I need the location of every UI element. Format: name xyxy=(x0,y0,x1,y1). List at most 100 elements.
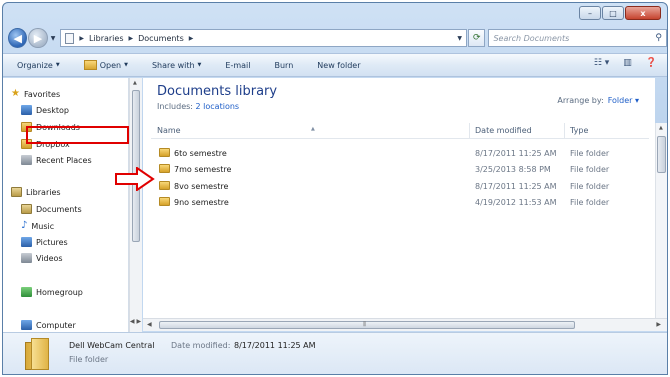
address-dropdown-icon[interactable]: ▼ xyxy=(457,35,466,42)
search-placeholder: Search Documents xyxy=(493,33,570,43)
window-controls: – □ x xyxy=(579,6,661,20)
back-button[interactable]: ◀ xyxy=(8,28,28,48)
documents-icon xyxy=(21,204,32,214)
recent-pages-dropdown-icon[interactable]: ▼ xyxy=(51,35,56,42)
nav-label: Homegroup xyxy=(36,287,83,297)
includes-label: Includes: xyxy=(157,102,193,111)
forward-button[interactable]: ▶ xyxy=(28,28,48,48)
scroll-thumb[interactable] xyxy=(159,321,575,329)
burn-button[interactable]: Burn xyxy=(275,61,294,70)
nav-libraries[interactable]: Libraries xyxy=(11,186,61,198)
explorer-window: – □ x ◀ ▶ ▼ ▶ Libraries ▶ Documents ▶ ▼ … xyxy=(2,2,668,375)
close-button[interactable]: x xyxy=(625,6,661,20)
column-date-modified[interactable]: Date modified xyxy=(475,126,532,135)
chevron-right-icon[interactable]: ▶ xyxy=(129,35,134,42)
file-type: File folder xyxy=(570,182,610,191)
organize-button[interactable]: Organize ▼ xyxy=(17,61,60,70)
chevron-right-icon[interactable]: ▶ xyxy=(79,35,84,42)
selected-item-name: Dell WebCam Central xyxy=(69,341,155,350)
scroll-up-icon[interactable]: ▲ xyxy=(133,80,137,86)
folder-icon xyxy=(159,164,170,173)
music-icon: ♪ xyxy=(21,220,28,231)
nav-desktop[interactable]: Desktop xyxy=(21,104,69,116)
dropdown-arrow-icon: ▼ xyxy=(124,62,128,68)
column-type[interactable]: Type xyxy=(570,126,588,135)
nav-recent-places[interactable]: Recent Places xyxy=(21,154,92,166)
desktop-icon xyxy=(21,105,32,115)
open-button[interactable]: Open ▼ xyxy=(83,60,128,70)
minimize-button[interactable]: – xyxy=(579,6,601,20)
search-input[interactable]: Search Documents ⚲ xyxy=(488,29,667,47)
scroll-left-icon[interactable]: ◀ xyxy=(147,321,152,328)
file-date: 4/19/2012 11:53 AM xyxy=(475,198,557,207)
file-row[interactable]: 6to semestre 8/17/2011 11:25 AM File fol… xyxy=(151,146,649,161)
file-name: 6to semestre xyxy=(174,149,227,158)
nav-videos[interactable]: Videos xyxy=(21,252,63,264)
nav-label: Pictures xyxy=(36,237,68,247)
nav-music[interactable]: ♪ Music xyxy=(21,220,54,232)
library-icon xyxy=(65,32,75,44)
folder-icon xyxy=(159,181,170,190)
address-bar[interactable]: ▶ Libraries ▶ Documents ▶ ▼ xyxy=(60,29,468,47)
file-row[interactable]: 9no semestre 4/19/2012 11:53 AM File fol… xyxy=(151,195,649,210)
selected-item-type: File folder xyxy=(69,355,109,364)
organize-label: Organize xyxy=(17,60,53,70)
file-type: File folder xyxy=(570,198,610,207)
share-with-button[interactable]: Share with ▼ xyxy=(152,61,201,70)
recent-places-icon xyxy=(21,155,32,165)
scroll-thumb[interactable] xyxy=(657,136,666,173)
nav-label: Videos xyxy=(36,253,63,263)
help-icon[interactable]: ❓ xyxy=(646,58,657,68)
file-name: 9no semestre xyxy=(174,198,229,207)
dropdown-arrow-icon: ▼ xyxy=(55,62,60,68)
arrange-by: Arrange by: Folder ▾ xyxy=(557,96,639,105)
email-button[interactable]: E-mail xyxy=(225,61,250,70)
scroll-right-icon[interactable]: ▶ xyxy=(656,321,661,328)
nav-documents[interactable]: Documents xyxy=(21,203,82,215)
view-options-icon[interactable]: ☷ ▾ xyxy=(594,58,609,68)
file-row[interactable]: 7mo semestre 3/25/2013 8:58 PM File fold… xyxy=(151,162,649,177)
arrange-dropdown[interactable]: Folder ▾ xyxy=(608,96,639,105)
file-name: 7mo semestre xyxy=(174,165,232,174)
date-modified-label: Date modified: xyxy=(171,341,231,350)
nav-scroll-collapse-icon[interactable]: ◀ ▶ xyxy=(129,318,142,330)
scroll-thumb[interactable] xyxy=(132,90,140,242)
file-type: File folder xyxy=(570,149,610,158)
nav-favorites[interactable]: ★ Favorites xyxy=(11,88,60,100)
homegroup-icon xyxy=(21,287,32,297)
burn-label: Burn xyxy=(274,60,294,70)
content-horizontal-scrollbar[interactable]: ◀ ||| ▶ xyxy=(143,318,667,331)
locations-link[interactable]: 2 locations xyxy=(196,102,240,111)
address-row: ◀ ▶ ▼ ▶ Libraries ▶ Documents ▶ ▼ ⟳ Sear… xyxy=(3,25,667,51)
search-icon[interactable]: ⚲ xyxy=(655,33,662,43)
scroll-up-icon[interactable]: ▲ xyxy=(659,125,663,131)
pictures-icon xyxy=(21,237,32,247)
file-row[interactable]: 8vo semestre 8/17/2011 11:25 AM File fol… xyxy=(151,179,649,194)
refresh-button[interactable]: ⟳ xyxy=(468,29,486,47)
videos-icon xyxy=(21,253,32,263)
chevron-right-icon[interactable]: ▶ xyxy=(189,35,194,42)
breadcrumb-documents[interactable]: Documents xyxy=(138,34,184,43)
preview-pane-icon[interactable]: ▥ xyxy=(623,58,632,68)
nav-label: Music xyxy=(31,221,55,231)
sort-arrow-icon: ▲ xyxy=(311,126,315,132)
view-controls: ☷ ▾ ▥ ❓ xyxy=(594,58,657,68)
new-folder-label: New folder xyxy=(317,60,361,70)
new-folder-button[interactable]: New folder xyxy=(317,61,360,70)
maximize-button[interactable]: □ xyxy=(602,6,624,20)
navigation-pane: ★ Favorites Desktop Downloads Dropbox Re… xyxy=(3,78,129,332)
library-includes: Includes: 2 locations xyxy=(157,102,239,111)
breadcrumb-libraries[interactable]: Libraries xyxy=(89,34,124,43)
file-date: 8/17/2011 11:25 AM xyxy=(475,182,557,191)
column-divider[interactable] xyxy=(564,123,565,139)
nav-homegroup[interactable]: Homegroup xyxy=(21,286,83,298)
nav-computer[interactable]: Computer xyxy=(21,319,76,331)
navigation-scrollbar[interactable]: ▲ xyxy=(129,78,142,332)
open-folder-icon xyxy=(83,60,97,70)
details-pane: Dell WebCam Central Date modified: 8/17/… xyxy=(3,332,667,374)
column-divider[interactable] xyxy=(469,123,470,139)
content-vertical-scrollbar[interactable]: ▲ xyxy=(655,123,667,318)
red-pointer-arrow-icon xyxy=(115,167,155,191)
column-name[interactable]: Name xyxy=(157,126,181,135)
nav-pictures[interactable]: Pictures xyxy=(21,236,68,248)
